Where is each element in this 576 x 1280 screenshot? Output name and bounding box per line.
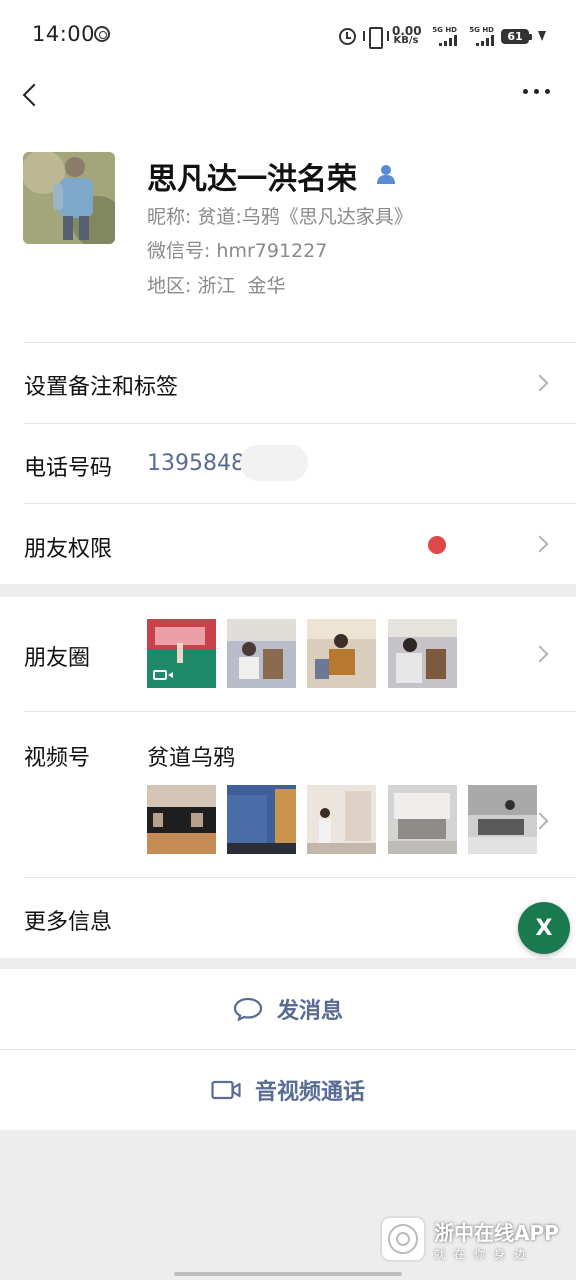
- app-watermark: 浙中在线APP 就在你身边: [380, 1216, 559, 1262]
- send-message-label: 发消息: [276, 999, 343, 1024]
- charging-icon: [538, 31, 546, 41]
- channels-label: 视频号: [24, 746, 91, 771]
- remark-tags-row[interactable]: 设置备注和标签: [0, 342, 576, 424]
- status-icons: 0.00 KB/s 5G HD 5G HD 61: [339, 22, 546, 50]
- moments-thumbnail: [307, 619, 376, 688]
- channel-name: 贫道乌鸦: [147, 746, 236, 771]
- contact-name: 思凡达一洪名荣: [147, 162, 357, 197]
- top-nav: [0, 70, 576, 120]
- alarm-icon: [339, 27, 356, 45]
- video-icon: [153, 670, 173, 680]
- more-info-label: 更多信息: [24, 910, 113, 935]
- moments-thumbnail: [147, 619, 216, 688]
- channel-thumbnail: [388, 785, 457, 854]
- screen-record-icon: [94, 26, 110, 42]
- moments-thumbnail: [227, 619, 296, 688]
- channel-thumbnail: [468, 785, 537, 854]
- moments-thumbnail: [388, 619, 457, 688]
- more-info-row[interactable]: 更多信息: [0, 877, 576, 958]
- chevron-right-icon: [531, 535, 549, 553]
- chevron-right-icon: [531, 645, 549, 663]
- watermark-title: 浙中在线APP: [434, 1220, 559, 1245]
- more-options-icon[interactable]: [523, 89, 550, 94]
- vibrate-icon: [363, 27, 389, 49]
- chat-bubble-icon: [233, 997, 263, 1021]
- red-dot-badge: [428, 536, 446, 554]
- nickname-line: 昵称: 贫道:乌鸦《思凡达家具》: [147, 206, 413, 228]
- friend-permission-row[interactable]: 朋友权限: [0, 503, 576, 584]
- video-call-label: 音视频通话: [254, 1080, 365, 1105]
- redacted-blur: [240, 445, 308, 481]
- chevron-right-icon: [531, 374, 549, 392]
- region-line: 地区: 浙江 金华: [147, 275, 286, 297]
- channel-thumbnail: [307, 785, 376, 854]
- status-bar: 14:00 0.00 KB/s 5G HD 5G HD 61: [0, 0, 576, 70]
- moments-row[interactable]: 朋友圈: [0, 597, 576, 711]
- region-value: 浙江 金华: [197, 275, 286, 297]
- moments-label: 朋友圈: [24, 646, 91, 671]
- phone-number-link[interactable]: 1395848: [147, 451, 245, 476]
- wechat-id-line: 微信号: hmr791227: [147, 240, 328, 262]
- avatar[interactable]: [23, 152, 115, 244]
- profile-card: 思凡达一洪名荣 昵称: 贫道:乌鸦《思凡达家具》 微信号: hmr791227 地区…: [0, 120, 576, 342]
- contact-person-icon: [377, 165, 395, 184]
- friend-permission-label: 朋友权限: [24, 537, 113, 562]
- video-camera-icon: [211, 1080, 241, 1100]
- home-indicator[interactable]: [174, 1272, 402, 1276]
- send-message-button[interactable]: 发消息: [0, 969, 576, 1049]
- floating-close-button[interactable]: X: [518, 902, 570, 954]
- signal-sim2-icon: 5G HD: [464, 26, 494, 46]
- channels-row[interactable]: 视频号 贫道乌鸦: [0, 711, 576, 877]
- watermark-logo-icon: [380, 1216, 426, 1262]
- status-time: 14:00: [32, 22, 96, 46]
- back-button[interactable]: [10, 74, 54, 116]
- video-call-button[interactable]: 音视频通话: [0, 1050, 576, 1130]
- back-arrow-icon: [22, 83, 46, 107]
- nickname-value: 贫道:乌鸦《思凡达家具》: [197, 206, 413, 228]
- remark-tags-label: 设置备注和标签: [24, 375, 179, 400]
- phone-row: 电话号码 1395848: [0, 423, 576, 504]
- channel-thumbnail: [147, 785, 216, 854]
- wechat-id-value: hmr791227: [216, 240, 328, 262]
- net-speed: 0.00 KB/s: [392, 24, 422, 46]
- signal-sim1-icon: 5G HD: [427, 26, 457, 46]
- battery-icon: 61: [501, 28, 532, 44]
- phone-label: 电话号码: [24, 456, 113, 481]
- channel-thumbnail: [227, 785, 296, 854]
- watermark-slogan: 就在你身边: [434, 1247, 534, 1261]
